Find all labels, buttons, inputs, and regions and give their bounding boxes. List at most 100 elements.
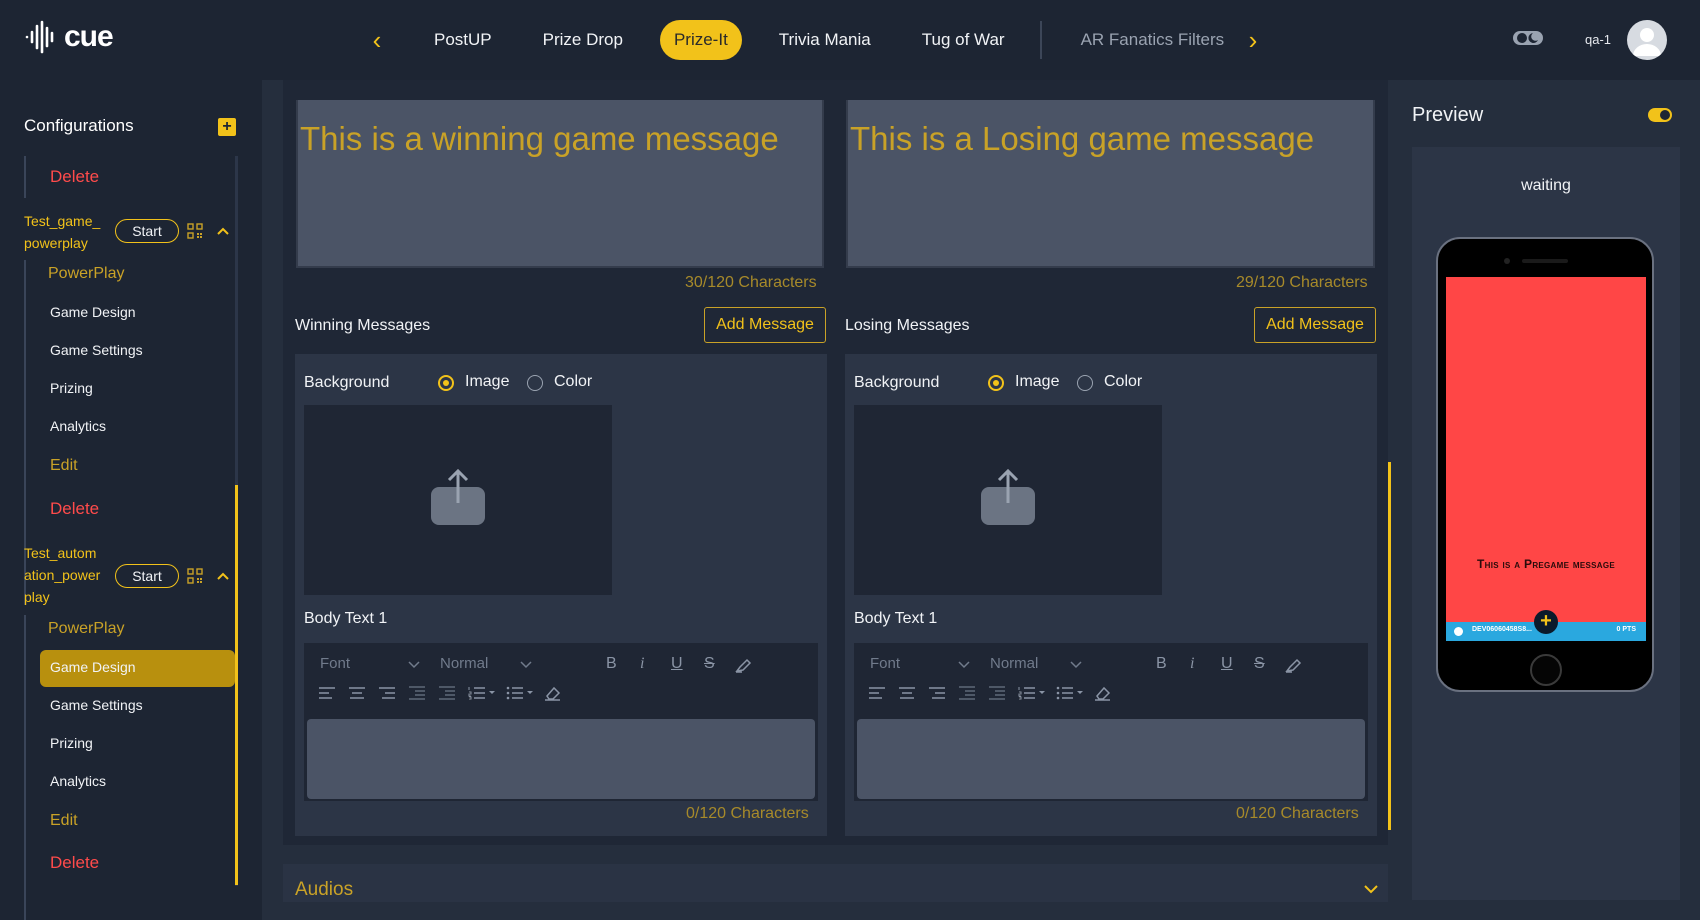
sidebar-item-prizing[interactable]: Prizing [50, 735, 93, 751]
sidebar-item-analytics[interactable]: Analytics [50, 418, 106, 434]
align-left-icon[interactable] [318, 685, 336, 701]
image-option-label[interactable]: Image [465, 373, 509, 391]
delete-link[interactable]: Delete [50, 499, 99, 519]
strike-button[interactable]: S [1254, 655, 1265, 673]
game-name[interactable]: Test_autom ation_power play [24, 542, 112, 608]
sidebar-item-analytics[interactable]: Analytics [50, 773, 106, 789]
color-option-label[interactable]: Color [1104, 373, 1142, 391]
delete-link[interactable]: Delete [50, 853, 99, 873]
chevron-down-icon[interactable] [1070, 661, 1082, 669]
clear-format-icon[interactable] [544, 685, 562, 701]
chevron-down-icon[interactable] [1363, 884, 1379, 894]
body-text-input[interactable] [307, 719, 815, 799]
ordered-list-icon[interactable] [468, 685, 496, 701]
clear-format-icon[interactable] [1094, 685, 1112, 701]
chevron-up-icon[interactable] [216, 226, 230, 236]
chevron-up-icon[interactable] [216, 571, 230, 581]
cue-logo[interactable]: cue [24, 20, 114, 54]
color-option-label[interactable]: Color [554, 373, 592, 391]
sidebar: Configurations + Delete Test_game_ power… [0, 80, 262, 920]
sidebar-item-prizing[interactable]: Prizing [50, 380, 93, 396]
indent-icon[interactable] [988, 685, 1006, 701]
align-center-icon[interactable] [348, 685, 366, 701]
start-button[interactable]: Start [115, 564, 179, 588]
tab-tug-of-war[interactable]: Tug of War [908, 20, 1019, 60]
tab-ar-fanatics-filters[interactable]: AR Fanatics Filters [1067, 20, 1239, 60]
italic-button[interactable]: i [640, 655, 644, 673]
image-upload-area[interactable] [854, 405, 1162, 595]
losing-message-textarea[interactable]: This is a Losing game message [846, 100, 1375, 268]
category-label: PowerPlay [48, 620, 125, 637]
audios-accordion[interactable]: Audios [283, 864, 1388, 902]
chevron-down-icon[interactable] [520, 661, 532, 669]
add-configuration-icon[interactable]: + [218, 118, 236, 136]
qr-code-icon[interactable] [187, 568, 203, 584]
configurations-title: Configurations [24, 116, 134, 135]
sidebar-item-game-settings[interactable]: Game Settings [50, 342, 143, 358]
font-select[interactable]: Font [870, 655, 900, 672]
user-name[interactable]: qa-1 [1585, 32, 1611, 47]
add-losing-message-button[interactable]: Add Message [1254, 307, 1376, 343]
align-center-icon[interactable] [898, 685, 916, 701]
plus-icon: + [1534, 610, 1558, 634]
edit-link[interactable]: Edit [50, 812, 78, 830]
qr-code-icon[interactable] [187, 223, 203, 239]
chevron-down-icon[interactable] [958, 661, 970, 669]
sidebar-scrollbar-thumb[interactable] [235, 485, 238, 885]
preview-toggle[interactable] [1648, 108, 1672, 122]
highlight-icon[interactable] [734, 657, 752, 673]
cue-logo-icon [25, 20, 54, 54]
winning-message-textarea[interactable]: This is a winning game message [296, 100, 824, 268]
align-right-icon[interactable] [378, 685, 396, 701]
bullet-list-icon[interactable] [1056, 685, 1084, 701]
user-icon [1633, 28, 1661, 56]
tab-prize-drop[interactable]: Prize Drop [529, 20, 637, 60]
body-text-input[interactable] [857, 719, 1365, 799]
outdent-icon[interactable] [408, 685, 426, 701]
pregame-message: This is a Pregame message [1477, 557, 1615, 571]
bold-button[interactable]: B [606, 655, 617, 673]
bullet-list-icon[interactable] [506, 685, 534, 701]
game-name[interactable]: Test_game_ powerplay [24, 210, 112, 254]
image-option-label[interactable]: Image [1015, 373, 1059, 391]
start-button[interactable]: Start [115, 219, 179, 243]
italic-button[interactable]: i [1190, 655, 1194, 673]
phone-mockup: This is a Pregame message DEV06060458S8.… [1436, 237, 1654, 692]
sidebar-item-game-design-active[interactable]: Game Design [50, 659, 136, 675]
ordered-list-icon[interactable] [1018, 685, 1046, 701]
image-upload-area[interactable] [304, 405, 612, 595]
delete-link[interactable]: Delete [50, 167, 99, 187]
sidebar-item-game-settings[interactable]: Game Settings [50, 697, 143, 713]
content-scrollbar[interactable] [1388, 462, 1391, 830]
tab-prize-it[interactable]: Prize-It [659, 20, 742, 60]
font-select[interactable]: Font [320, 655, 350, 672]
underline-button[interactable]: U [1221, 655, 1233, 673]
preview-panel: waiting This is a Pregame message DEV060… [1412, 147, 1680, 900]
strike-button[interactable]: S [704, 655, 715, 673]
align-right-icon[interactable] [928, 685, 946, 701]
outdent-icon[interactable] [958, 685, 976, 701]
size-select[interactable]: Normal [440, 655, 488, 672]
tab-postup[interactable]: PostUP [420, 20, 506, 60]
indent-icon[interactable] [438, 685, 456, 701]
bold-button[interactable]: B [1156, 655, 1167, 673]
add-winning-message-button[interactable]: Add Message [704, 307, 826, 343]
edit-link[interactable]: Edit [50, 457, 78, 475]
sidebar-item-game-design[interactable]: Game Design [50, 304, 136, 320]
chevron-down-icon[interactable] [408, 661, 420, 669]
points-label: 0 PTS [1616, 626, 1636, 633]
tab-trivia-mania[interactable]: Trivia Mania [765, 20, 885, 60]
background-color-radio[interactable] [527, 375, 543, 391]
highlight-icon[interactable] [1284, 657, 1302, 673]
tabs-next-arrow[interactable]: › [1239, 26, 1267, 54]
background-color-radio[interactable] [1077, 375, 1093, 391]
avatar[interactable] [1627, 20, 1667, 60]
size-select[interactable]: Normal [990, 655, 1038, 672]
tabs-prev-arrow[interactable]: ‹ [363, 26, 391, 54]
underline-button[interactable]: U [671, 655, 683, 673]
theme-toggle-icon[interactable] [1512, 28, 1544, 48]
winning-message-text: This is a winning game message [300, 120, 779, 157]
background-image-radio[interactable] [988, 375, 1004, 391]
align-left-icon[interactable] [868, 685, 886, 701]
background-image-radio[interactable] [438, 375, 454, 391]
